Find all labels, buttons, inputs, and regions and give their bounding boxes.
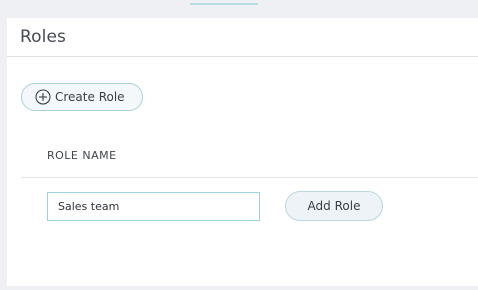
create-role-label: Create Role xyxy=(55,90,125,104)
header-divider xyxy=(21,177,478,178)
top-navigation-strip xyxy=(0,0,478,18)
create-role-button[interactable]: Create Role xyxy=(21,83,143,111)
active-tab-indicator xyxy=(190,3,258,5)
title-divider xyxy=(7,56,478,57)
add-role-button[interactable]: Add Role xyxy=(285,191,383,221)
page-title: Roles xyxy=(20,27,66,47)
roles-panel: Roles Create Role ROLE NAME Add Role xyxy=(7,18,478,286)
column-header-role-name: ROLE NAME xyxy=(47,149,117,162)
role-name-input[interactable] xyxy=(47,192,260,221)
plus-circle-icon xyxy=(35,89,51,105)
